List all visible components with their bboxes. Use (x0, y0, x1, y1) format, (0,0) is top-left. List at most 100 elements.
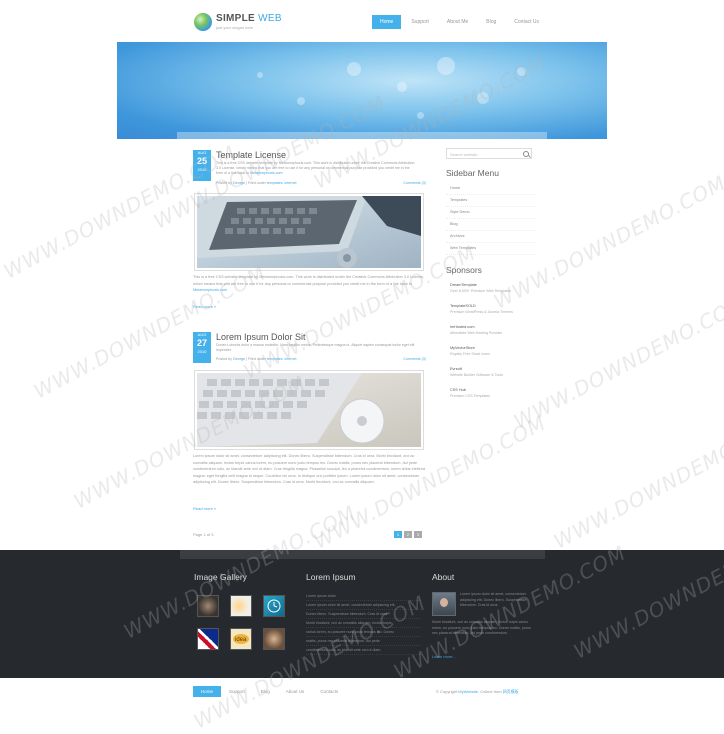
post-meta: Posted by George | Filed under templates… (216, 181, 296, 185)
lorem-link[interactable]: Lorem ipsum dolor sit amet, consectetuer… (306, 601, 421, 610)
read-more-link[interactable]: Read more » (193, 506, 216, 511)
banner-bokeh (347, 62, 361, 76)
copyright-site-link[interactable]: MyWebsite (458, 689, 478, 694)
nav-support[interactable]: Support (403, 15, 437, 29)
globe-logo-icon[interactable] (194, 13, 212, 31)
post-day: 25 (196, 156, 207, 166)
tags-link[interactable]: templates, internet (267, 357, 297, 361)
search-placeholder: Search website... (450, 152, 481, 157)
sponsor-item[interactable]: ImHosted.com Affordable Web Hosting Provi… (446, 324, 536, 345)
banner-bokeh (257, 72, 263, 78)
post-month: AUG (197, 332, 207, 337)
lorem-links: Lorem ipsum dolor Lorem ipsum dolor sit … (306, 592, 421, 655)
nav-contact[interactable]: Contact Us (506, 15, 547, 29)
comments-link[interactable]: Comments (3) (403, 181, 426, 185)
sponsors-list: DreamTemplate Over 6,000+ Premium Web Tem… (446, 282, 536, 408)
meta-posted-label: Posted by (216, 357, 232, 361)
pagination-info: Page 1 of 3 (193, 532, 214, 537)
bottom-nav-support[interactable]: Support (221, 686, 253, 697)
sponsor-item[interactable]: DreamTemplate Over 6,000+ Premium Web Tem… (446, 282, 536, 303)
sponsor-item[interactable]: Evrsoft Website Builder Software & Tools (446, 366, 536, 387)
site-logo[interactable]: SIMPLE WEB (216, 13, 282, 24)
sidebar-item-web-templates[interactable]: Web Templates (446, 243, 536, 255)
learn-more-link[interactable]: Learn more... (432, 654, 456, 659)
post-excerpt: Donec Lobortis dolor a massa molestie. N… (216, 343, 415, 352)
page-2-button[interactable]: 2 (404, 531, 412, 538)
laptop-cd-image (197, 373, 421, 447)
author-link[interactable]: George (233, 357, 245, 361)
gallery-thumb-portrait[interactable] (197, 595, 219, 617)
gallery-thumb-fruit[interactable] (230, 595, 252, 617)
body-link[interactable]: Metamorphozis.com (193, 288, 227, 292)
sidebar-menu: Home Templates Style Demo Blog Archives … (446, 183, 536, 255)
logo-title-accent: WEB (258, 13, 282, 24)
page-3-button[interactable]: 3 (414, 531, 422, 538)
sponsor-name[interactable]: DreamTemplate (450, 282, 536, 289)
post-title[interactable]: Template License (216, 150, 286, 160)
sponsor-text: Premium CSS Templates (450, 394, 491, 398)
bottom-nav-about[interactable]: About Us (278, 686, 313, 697)
nav-blog[interactable]: Blog (478, 15, 504, 29)
lorem-link[interactable]: varius lorem, eu posuere nunc justo temp… (306, 628, 421, 637)
copyright-source-link[interactable]: 网页模板 (503, 689, 519, 694)
lorem-link[interactable]: Donec libero. Suspendisse bibendum. Cras… (306, 610, 421, 619)
sidebar-item-archives[interactable]: Archives (446, 231, 536, 243)
sponsor-text: Premium WordPress & Joomla Themes (450, 310, 513, 314)
sponsor-text: Website Builder Software & Tools (450, 373, 503, 377)
sponsor-name[interactable]: TemplateSOLD (450, 303, 536, 310)
banner-bokeh (397, 82, 407, 92)
lorem-link[interactable]: Morbi tincidunt, orci ac convallis aliqu… (306, 619, 421, 628)
banner-bokeh (417, 112, 424, 119)
gallery-thumb-clock[interactable] (263, 595, 285, 617)
avatar-face (440, 598, 448, 607)
comments-link[interactable]: Comments (3) (403, 357, 426, 361)
bottom-nav-contacts[interactable]: Contacts (312, 686, 346, 697)
tags-link[interactable]: templates, internet (267, 181, 297, 185)
read-more-link[interactable]: Read more » (193, 304, 216, 309)
watermark: WWW.DOWNDEMO.COM (549, 410, 724, 554)
sponsor-name[interactable]: MyVectorStore (450, 345, 536, 352)
nav-about[interactable]: About Me (439, 15, 476, 29)
gallery-thumb-hands[interactable] (263, 628, 285, 650)
excerpt-link[interactable]: Metamorphozis.com (250, 171, 282, 175)
meta-posted-label: Posted by (216, 181, 232, 185)
post-excerpt: This is a free CSS website template by M… (216, 161, 416, 176)
search-icon[interactable] (523, 151, 529, 157)
sponsor-name[interactable]: ImHosted.com (450, 324, 536, 331)
banner-bokeh (517, 67, 526, 76)
post-year: 2010 (197, 349, 207, 354)
about-text: Lorem ipsum dolor sit amet, consectetuer… (460, 592, 527, 607)
post-day: 27 (196, 338, 207, 348)
lorem-link[interactable]: mattis, purus nec placerat bibendum, dui… (306, 637, 421, 646)
bottom-nav-blog[interactable]: Blog (253, 686, 278, 697)
sidebar-item-templates[interactable]: Templates (446, 195, 536, 207)
sponsor-item[interactable]: MyVectorStore Royalty Free Stock Icons (446, 345, 536, 366)
banner-bokeh (437, 57, 455, 75)
post-date-badge: AUG 25 2010 (193, 150, 211, 181)
sponsor-name[interactable]: CSS Hub (450, 387, 536, 394)
search-input[interactable]: Search website... (446, 148, 532, 159)
excerpt-text: This is a free CSS website template by M… (216, 161, 415, 175)
gallery-thumb-flag[interactable] (197, 628, 219, 650)
sidebar-item-blog[interactable]: Blog (446, 219, 536, 231)
sidebar-item-style-demo[interactable]: Style Demo (446, 207, 536, 219)
bottom-nav-home[interactable]: Home (193, 686, 222, 697)
lorem-link[interactable]: Lorem ipsum dolor (306, 592, 421, 601)
sponsor-item[interactable]: TemplateSOLD Premium WordPress & Joomla T… (446, 303, 536, 324)
post-title[interactable]: Lorem Ipsum Dolor Sit (216, 332, 306, 342)
gallery-thumb-idea[interactable]: idea (230, 628, 252, 650)
author-link[interactable]: George (233, 181, 245, 185)
sidebar-item-home[interactable]: Home (446, 183, 536, 195)
lorem-link[interactable]: condimentum odio, ac blandit ante orci u… (306, 646, 421, 655)
blog-post: AUG 25 2010 Template License Posted by G… (193, 150, 426, 315)
top-navigation: Home Support About Me Blog Contact Us (372, 15, 549, 29)
post-year: 2010 (197, 167, 207, 172)
nav-home[interactable]: Home (372, 15, 402, 29)
sponsor-item[interactable]: CSS Hub Premium CSS Templates (446, 387, 536, 408)
sponsor-name[interactable]: Evrsoft (450, 366, 536, 373)
page-1-button[interactable]: 1 (394, 531, 402, 538)
footer-top-bar (180, 550, 545, 559)
logo-slogan: just your slogan here (216, 25, 254, 30)
meta-filed-label: | Filed under (245, 181, 266, 185)
clock-icon (267, 599, 281, 613)
